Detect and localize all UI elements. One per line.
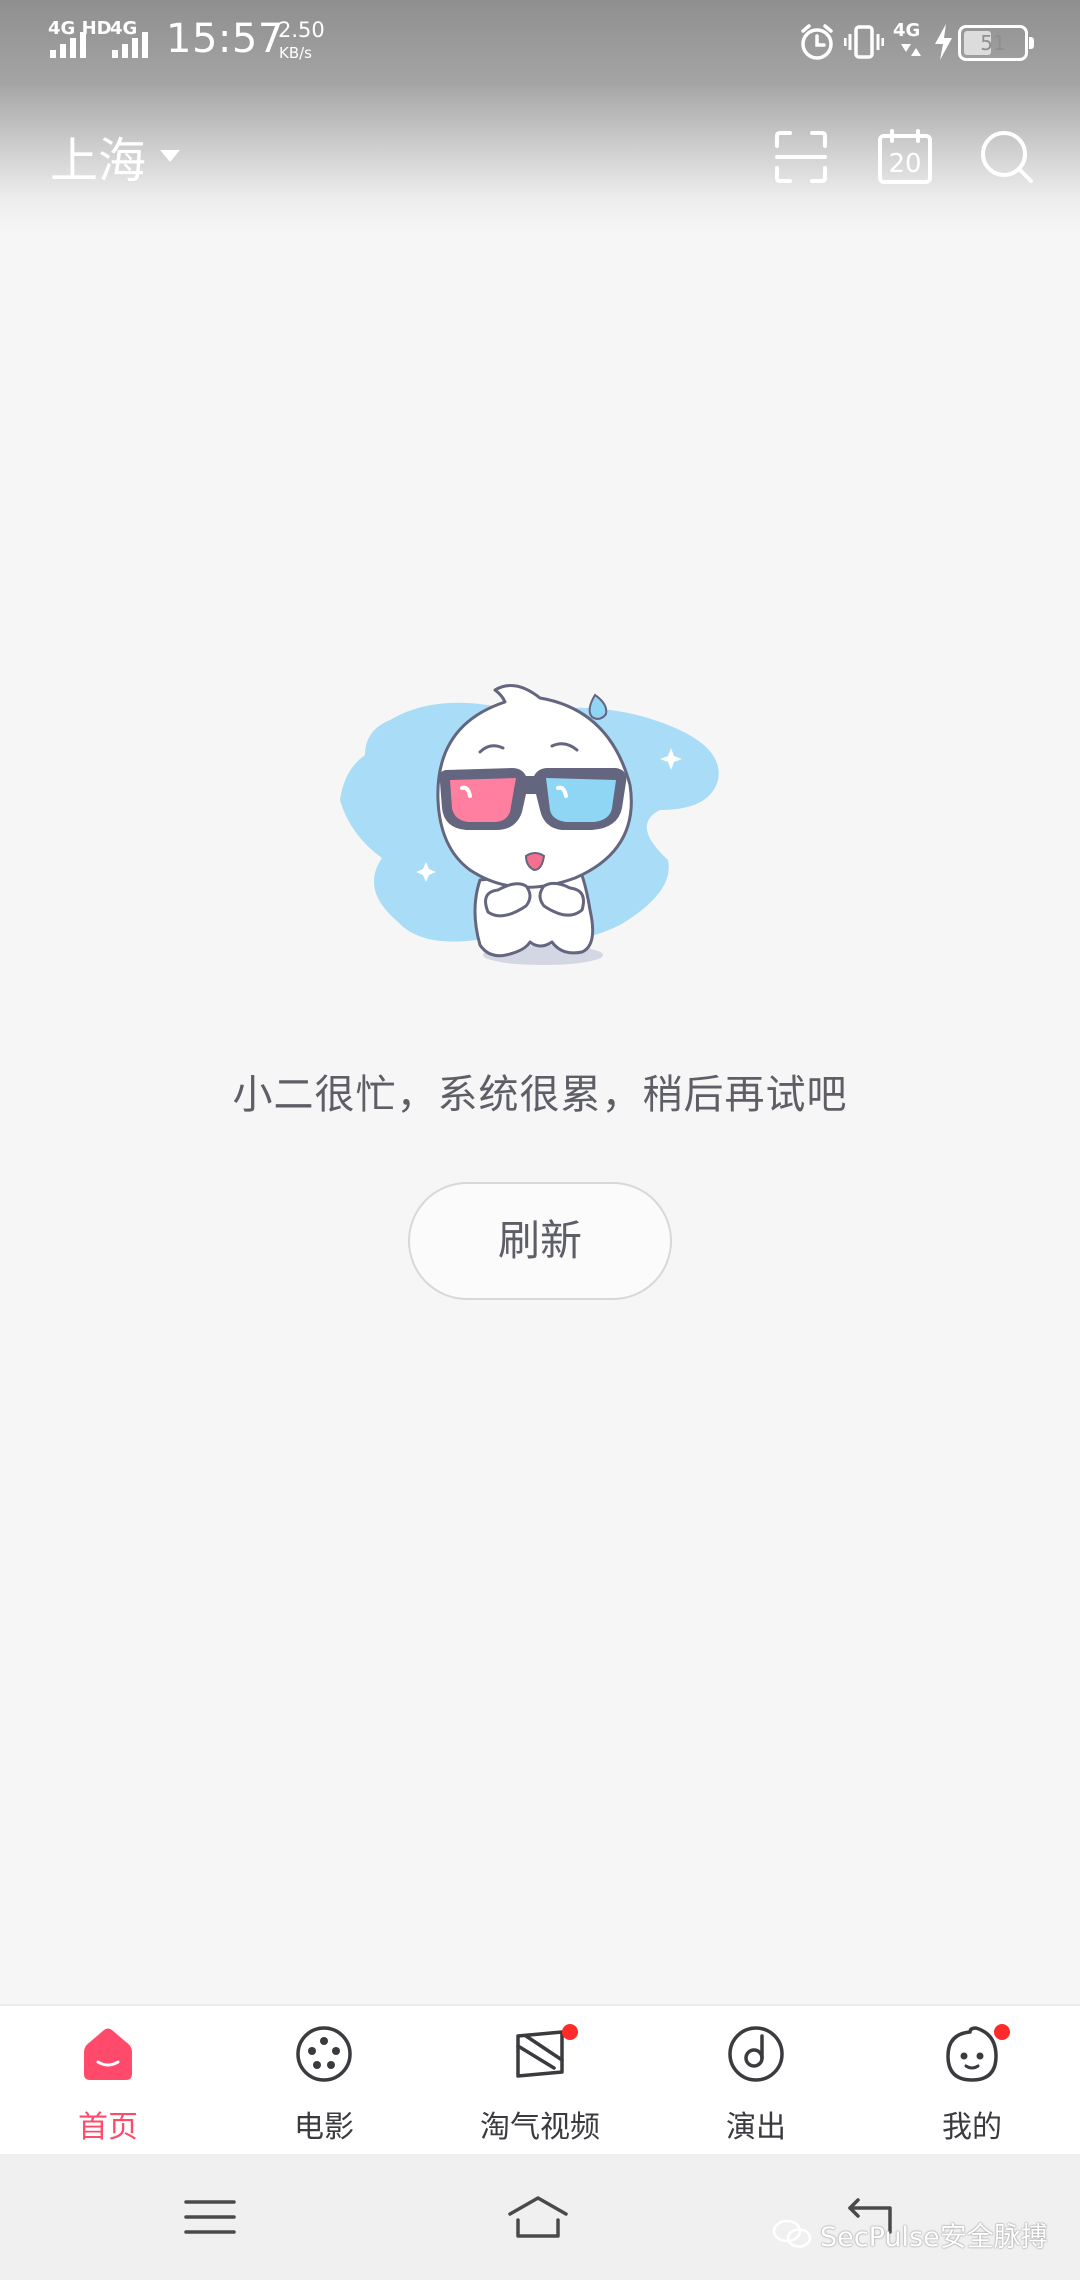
busy-mascot-illustration <box>340 684 719 965</box>
watermark: SecPulse安全脉搏 <box>772 2214 1048 2254</box>
scan-icon[interactable] <box>772 128 830 186</box>
network-type-label: 4G <box>893 20 921 41</box>
calendar-day: 20 <box>888 149 921 179</box>
refresh-button[interactable]: 刷新 <box>408 1182 672 1300</box>
search-icon[interactable] <box>978 128 1036 186</box>
tab-video[interactable]: 淘气视频 <box>432 2006 648 2156</box>
menu-icon[interactable] <box>178 2192 242 2242</box>
profile-face-icon <box>946 2026 998 2082</box>
tab-movie[interactable]: 电影 <box>216 2006 432 2156</box>
watermark-text: SecPulse安全脉搏 <box>820 2221 1048 2253</box>
vibrate-icon <box>844 25 884 59</box>
glasses-lens-pink <box>450 778 516 822</box>
bottom-tab-bar: 首页 电影 淘气视频 演出 我的 <box>0 2004 1080 2154</box>
tab-show[interactable]: 演出 <box>648 2006 864 2156</box>
sweat-drop-icon <box>588 693 608 720</box>
alarm-icon <box>801 24 833 60</box>
tab-label: 电影 <box>294 2110 354 2145</box>
charging-icon <box>935 24 952 60</box>
network-speed-value: 2.50 <box>278 18 325 42</box>
film-reel-icon <box>296 2026 352 2082</box>
city-selector[interactable]: 上海 <box>50 126 182 189</box>
music-disc-icon <box>728 2026 784 2082</box>
network-speed-unit: KB/s <box>279 44 312 62</box>
wechat-icon <box>772 2219 812 2248</box>
signal-strength-icon <box>50 30 98 58</box>
clock: 15:57 <box>166 16 284 62</box>
home-icon <box>84 2028 132 2080</box>
caret-down-icon <box>160 150 181 162</box>
home-icon[interactable] <box>506 2192 570 2242</box>
notification-dot <box>994 2024 1010 2040</box>
tab-home[interactable]: 首页 <box>0 2006 216 2156</box>
status-bar: 4G HD 4G 15:57 2.50 KB/s 4G 51 <box>0 0 1080 86</box>
data-activity-icon <box>901 44 921 56</box>
battery-level: 51 <box>980 31 1006 55</box>
app-header: 上海 20 <box>0 86 1080 236</box>
tab-label: 首页 <box>78 2110 138 2145</box>
tab-label: 我的 <box>942 2110 1002 2145</box>
video-icon <box>516 2030 564 2078</box>
signal-strength-icon <box>112 30 160 58</box>
notification-dot <box>562 2024 578 2040</box>
city-name: 上海 <box>50 133 147 189</box>
calendar-icon[interactable]: 20 <box>876 128 934 186</box>
error-message: 小二很忙，系统很累，稍后再试吧 <box>232 1072 848 1118</box>
glasses-lens-blue <box>546 778 616 822</box>
tab-label: 淘气视频 <box>480 2110 600 2145</box>
tab-label: 演出 <box>726 2110 786 2145</box>
battery-icon: 51 <box>958 25 1034 61</box>
tab-mine[interactable]: 我的 <box>864 2006 1080 2156</box>
